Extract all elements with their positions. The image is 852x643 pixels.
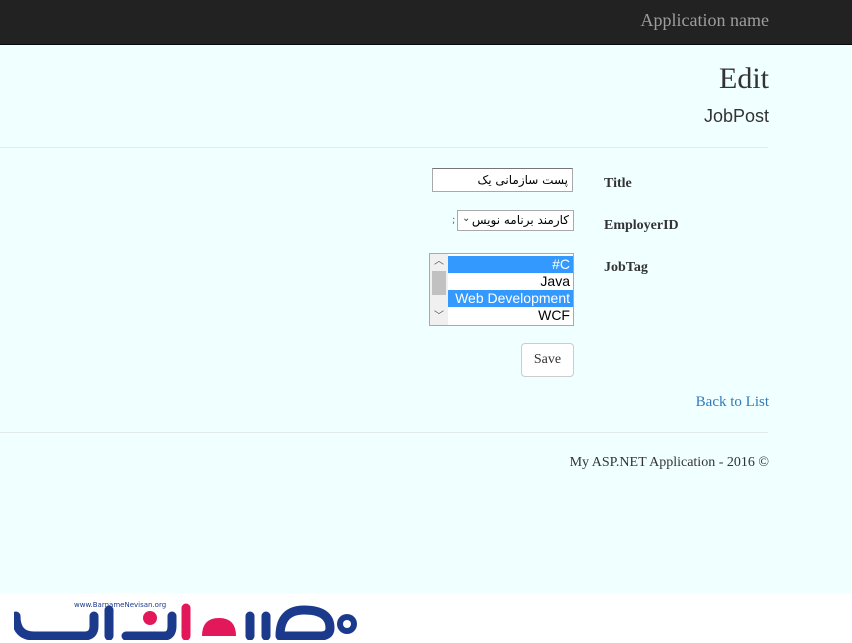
employer-select[interactable]: کارمند برنامه نویس ⌄ [457,210,574,231]
chevron-down-icon: ⌄ [462,213,471,224]
employer-selected-value: کارمند برنامه نویس [471,213,569,227]
jobtag-listbox[interactable]: ︿ ﹀ #C Java Web Development WCF [429,253,574,326]
save-button[interactable]: Save [521,343,574,377]
jobtag-label: JobTag [604,260,648,275]
logo-mark [14,603,357,640]
jobtag-option[interactable]: #C [448,256,573,273]
scroll-thumb[interactable] [432,271,446,295]
divider [0,432,768,433]
title-label: Title [604,176,632,191]
page-subtitle: JobPost [703,106,769,126]
page-title: Edit [719,62,769,95]
validation-marker: ; [452,215,456,226]
navbar: Application name [0,0,852,45]
site-logo: www.BarnameNevisan.org [14,601,357,640]
back-to-list-link[interactable]: Back to List [696,394,769,411]
jobtag-option[interactable]: WCF [448,307,573,324]
footer-text: My ASP.NET Application - 2016 © [569,455,769,470]
jobtag-option[interactable]: Java [448,273,573,290]
jobtag-option[interactable]: Web Development [448,290,573,307]
logo-url: www.BarnameNevisan.org [74,601,166,609]
listbox-scrollbar[interactable]: ︿ ﹀ [430,254,448,325]
scroll-up-icon[interactable]: ︿ [430,254,448,270]
scroll-down-icon[interactable]: ﹀ [430,309,448,325]
divider [0,147,768,148]
jobtag-options: #C Java Web Development WCF [448,256,573,324]
employer-label: EmployerID [604,218,679,233]
content-area: Edit JobPost Title EmployerID ; کارمند ب… [0,45,852,593]
brand-link[interactable]: Application name [641,10,769,31]
title-input[interactable] [432,168,573,192]
